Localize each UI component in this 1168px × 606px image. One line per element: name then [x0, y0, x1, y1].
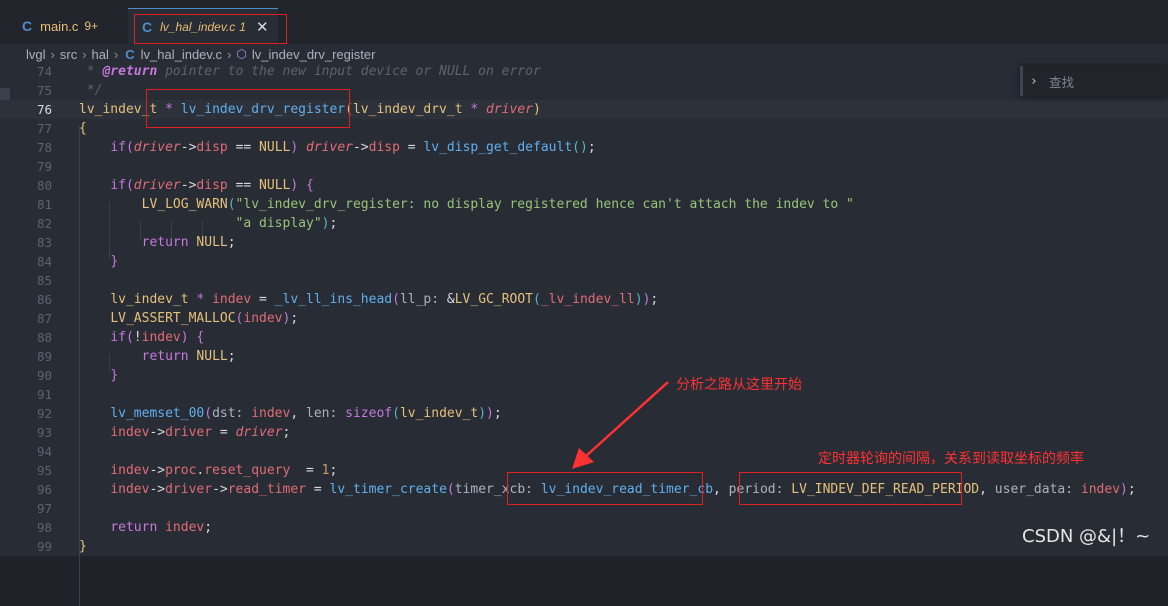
annotation-arrow	[572, 381, 669, 469]
arrow-shaft	[585, 381, 669, 457]
annotation-text-start: 分析之路从这里开始	[676, 377, 802, 393]
annotation-text-timer: 定时器轮询的间隔，关系到读取坐标的频率	[818, 451, 1084, 467]
watermark: CSDN @&|！~	[1022, 526, 1151, 547]
